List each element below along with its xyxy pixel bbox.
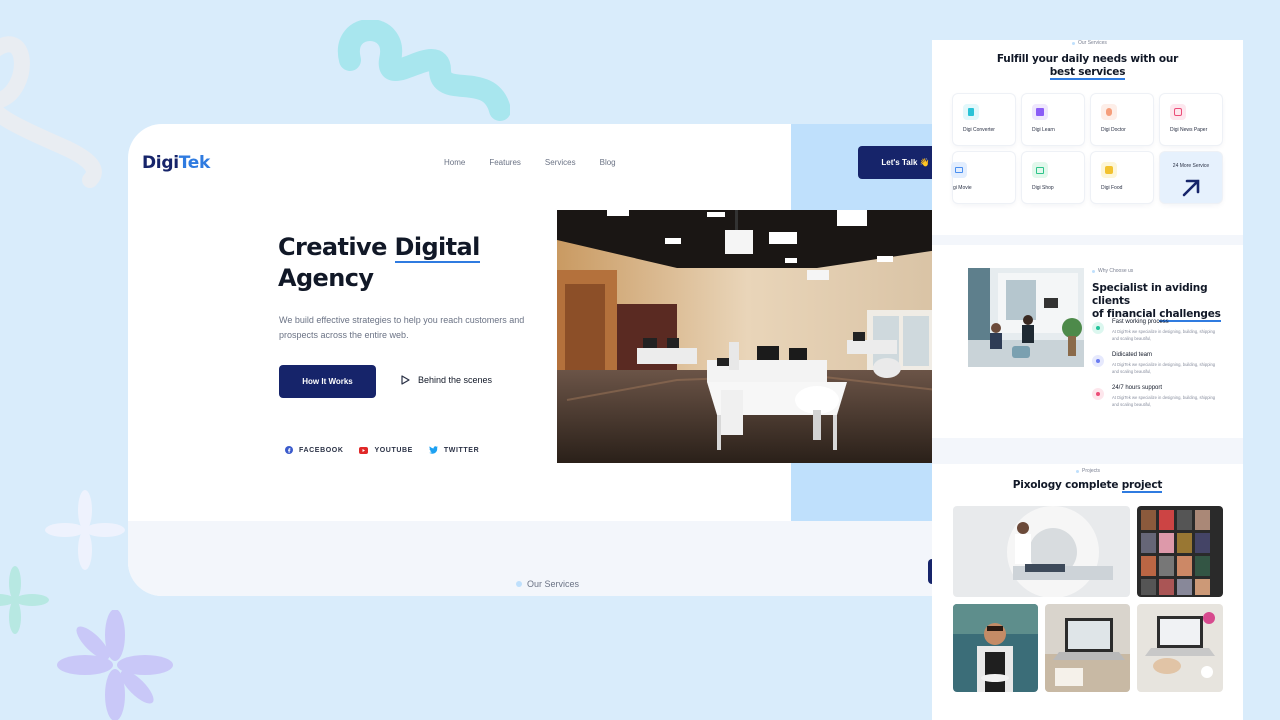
why-heading: Specialist in aviding clients of financi… [1092,282,1242,322]
projects-heading-highlight: project [1121,479,1163,493]
projects-eyebrow-text: Projects [1082,468,1101,474]
service-card-label: Digi Learn [1032,127,1055,133]
feature-desc: At DigiTek we specialize in designing, b… [1112,362,1216,374]
hero-title: Creative Digital Agency [278,232,538,294]
why-eyebrow: Why Choose us [1092,268,1133,274]
nav-features[interactable]: Features [489,158,521,167]
projects-heading-text: Pixology complete [1012,479,1122,491]
project-thumbnail[interactable] [1137,604,1223,692]
service-card[interactable]: gi Movie [951,152,1015,203]
movie-icon [951,162,967,178]
project-thumbnail[interactable] [953,604,1038,692]
facebook-icon [285,446,293,454]
services-grid: Digi Converter Digi Learn Digi Doctor Di… [951,94,1222,203]
flower-decoration [0,566,49,634]
more-services-card[interactable]: 24 More Service [1160,152,1222,203]
hero-title-highlight: Digital [394,233,480,263]
service-card[interactable]: Digi Learn [1022,94,1084,145]
feature-desc: At DigiTek we specialize in designing, b… [1112,329,1216,341]
feature-title: 24/7 hours support [1112,385,1163,391]
feature-title: Didicated team [1112,352,1153,358]
social-links: FACEBOOK YOUTUBE TWITTER [285,446,479,454]
shop-icon [1032,162,1048,178]
youtube-label: YOUTUBE [374,446,413,454]
main-nav: Home Features Services Blog [444,158,616,167]
feature-title: Fast working process [1112,319,1169,325]
feature-desc: At DigiTek we specialize in designing, b… [1112,395,1216,407]
feature-item: Fast working process At DigiTek we specia… [1092,319,1222,342]
section-label-text: Our Services [527,579,580,589]
logo-text: Digi [142,153,179,173]
headset-icon [1092,388,1104,400]
section-dot [516,581,522,587]
service-card[interactable]: Digi Shop [1022,152,1084,203]
why-heading-line1: Specialist in aviding clients [1092,282,1208,307]
our-services-label: Our Services [516,579,579,589]
service-card-label: Digi Shop [1032,185,1054,191]
project-thumbnail[interactable] [1137,506,1223,597]
service-card-label: Digi News Paper [1170,127,1208,133]
service-card[interactable]: Digi News Paper [1160,94,1222,145]
hero-title-line2: Agency [278,264,374,292]
feature-item: 24/7 hours support At DigiTek we speciali… [1092,385,1222,408]
hero-description: We build effective strategies to help yo… [279,315,525,340]
project-thumbnail[interactable] [1045,604,1130,692]
projects-heading: Pixology complete project [932,479,1243,493]
project-thumbnail[interactable] [953,506,1130,597]
service-card-label: gi Movie [953,185,972,191]
doctor-icon [1101,104,1117,120]
food-icon [1101,162,1117,178]
youtube-link[interactable]: YOUTUBE [359,446,412,454]
newspaper-icon [1170,104,1186,120]
flower-decoration [57,610,173,720]
facebook-label: FACEBOOK [299,446,344,454]
behind-the-scenes-link[interactable]: Behind the scenes [401,375,492,385]
arrow-up-right-icon [1182,179,1200,197]
services-heading: Fulfill your daily needs with our best s… [932,53,1243,80]
service-card-label: Digi Doctor [1101,127,1126,133]
projects-eyebrow: Projects [1076,468,1100,474]
service-card-label: Digi Converter [963,127,995,133]
office-photo [557,210,938,463]
how-it-works-button[interactable]: How It Works [279,365,376,398]
behind-the-scenes-label: Behind the scenes [418,375,493,385]
twitter-label: TWITTER [443,446,480,454]
services-eyebrow: Our Services [1072,40,1107,46]
play-icon [401,375,410,385]
squiggle-decoration [0,36,102,188]
section-divider [932,438,1243,464]
service-card[interactable]: Digi Doctor [1091,94,1153,145]
service-card-label: Digi Food [1101,185,1123,191]
services-eyebrow-text: Our Services [1078,40,1107,46]
logo-text-accent: Tek [178,153,211,173]
hero-title-part: Creative [278,233,395,261]
logo[interactable]: DigiTek [142,153,210,173]
team-icon [1092,355,1104,367]
team-photo [968,268,1084,367]
section-divider [932,235,1243,245]
landing-preview-card: DigiTek Home Features Services Blog Let'… [128,124,968,596]
twitter-link[interactable]: TWITTER [428,446,480,454]
feature-item: Didicated team At DigiTek we specialize i… [1092,352,1222,375]
flower-decoration [45,490,125,570]
youtube-icon [359,446,369,454]
learn-icon [1032,104,1048,120]
nav-services[interactable]: Services [545,158,576,167]
why-eyebrow-text: Why Choose us [1098,268,1134,274]
nav-home[interactable]: Home [444,158,465,167]
services-heading-highlight: best services [1049,66,1126,80]
service-card[interactable]: Digi Converter [953,94,1015,145]
service-card[interactable]: Digi Food [1091,152,1153,203]
rocket-icon [1092,322,1104,334]
converter-icon [963,104,979,120]
facebook-link[interactable]: FACEBOOK [285,446,343,454]
twitter-icon [428,446,438,454]
nav-blog[interactable]: Blog [600,158,616,167]
services-heading-line1: Fulfill your daily needs with our [996,53,1179,65]
page-preview-column: Our Services Fulfill your daily needs wi… [932,40,1243,720]
more-services-label: 24 More Service [1172,163,1210,169]
